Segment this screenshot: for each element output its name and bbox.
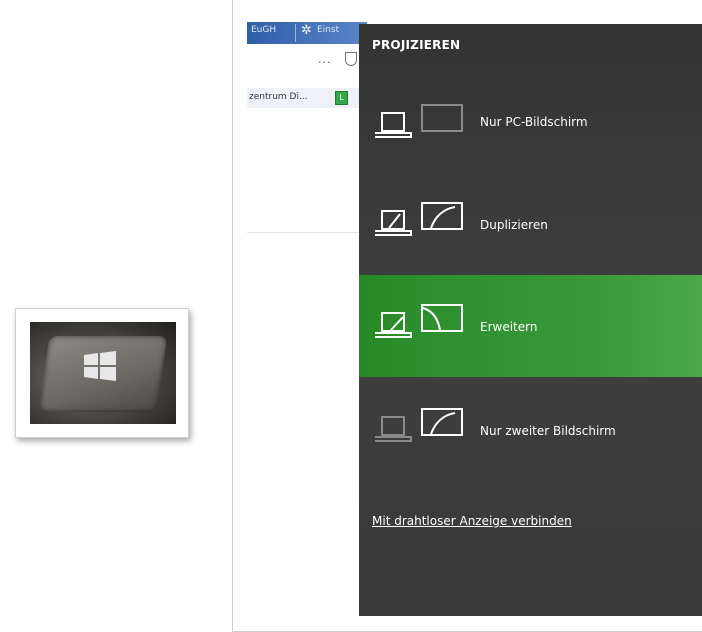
option-label: Erweitern bbox=[480, 320, 538, 334]
option-duplicate[interactable]: Duplizieren bbox=[359, 173, 702, 275]
option-label: Nur zweiter Bildschirm bbox=[480, 424, 616, 438]
bookmark-bar: EuGH ✲ Einst bbox=[247, 22, 367, 44]
favorites-item[interactable]: zentrum Di... bbox=[249, 92, 308, 102]
option-pc-screen-only[interactable]: Nur PC-Bildschirm bbox=[359, 71, 702, 173]
gear-icon[interactable]: ✲ bbox=[301, 23, 312, 38]
connect-wireless-display-link[interactable]: Mit drahtloser Anzeige verbinden bbox=[372, 514, 572, 528]
extend-icon bbox=[375, 304, 463, 338]
pc-screen-only-icon bbox=[375, 104, 463, 138]
bookmark-eugh[interactable]: EuGH bbox=[251, 25, 276, 35]
option-second-screen-only[interactable]: Nur zweiter Bildschirm bbox=[359, 377, 702, 479]
keycap-image bbox=[30, 322, 176, 424]
shield-icon[interactable] bbox=[345, 52, 357, 66]
flyout-title: PROJIZIEREN bbox=[372, 38, 461, 52]
excel-icon[interactable]: L bbox=[335, 91, 348, 105]
second-screen-only-icon bbox=[375, 408, 463, 442]
bookmark-einst[interactable]: Einst bbox=[317, 25, 339, 35]
favorites-bar: zentrum Di... L bbox=[247, 88, 375, 108]
duplicate-icon bbox=[375, 202, 463, 236]
option-label: Nur PC-Bildschirm bbox=[480, 115, 588, 129]
windows-logo-icon bbox=[84, 351, 116, 381]
project-flyout: PROJIZIEREN Nur PC-Bildschirm Dupliziere… bbox=[359, 24, 702, 616]
divider bbox=[247, 232, 375, 233]
option-label: Duplizieren bbox=[480, 218, 548, 232]
bookmark-divider bbox=[295, 24, 296, 42]
option-extend[interactable]: Erweitern bbox=[359, 275, 702, 377]
windows-key-photo bbox=[15, 308, 189, 438]
more-menu-icon[interactable]: ... bbox=[318, 53, 332, 66]
